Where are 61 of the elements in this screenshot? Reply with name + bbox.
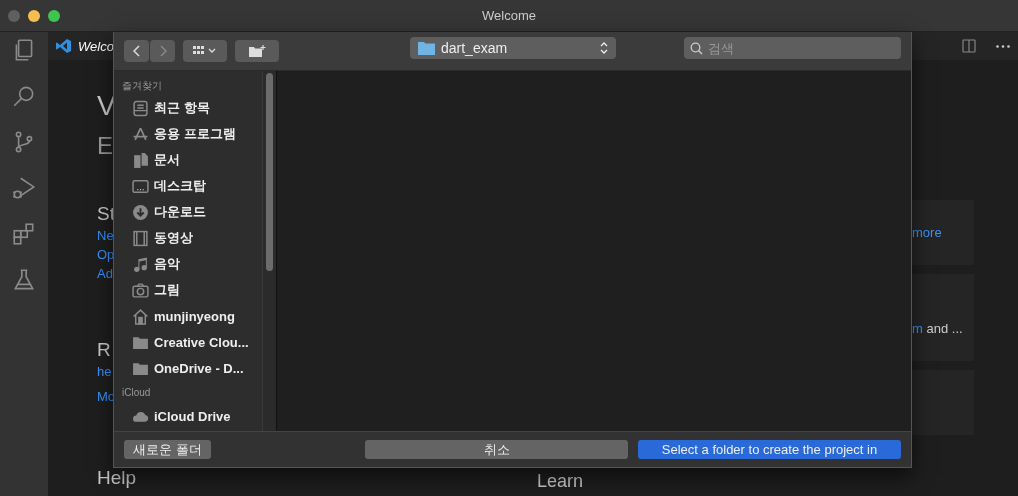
section-link[interactable]: he (97, 362, 112, 381)
new-folder-button[interactable] (235, 40, 279, 62)
tray-icon (132, 99, 149, 117)
scrollbar-thumb[interactable] (266, 73, 273, 271)
card-link[interactable]: m (912, 321, 923, 336)
folder-plus-icon (248, 44, 266, 58)
sidebar-item[interactable]: 그림 (122, 277, 262, 303)
house-icon (132, 307, 149, 325)
walkthrough-card[interactable]: more (912, 200, 974, 265)
sidebar-item[interactable]: 동영상 (122, 225, 262, 251)
music-note-icon (132, 255, 149, 273)
download-icon (132, 203, 149, 221)
sidebar-item[interactable]: 다운로드 (122, 199, 262, 225)
section-title: R (97, 338, 111, 362)
sidebar-item[interactable]: iCloud Drive (122, 403, 262, 429)
section-link[interactable]: Ad (97, 264, 113, 283)
new-folder-button[interactable]: 새로운 폴더 (124, 440, 211, 459)
search-field[interactable]: 검색 (684, 37, 901, 59)
minimize-button[interactable] (28, 9, 40, 22)
walkthrough-card[interactable]: m and ... (912, 274, 974, 361)
page-subheading: E (97, 131, 113, 161)
more-icon[interactable] (996, 44, 1010, 48)
chevron-right-icon (158, 45, 167, 57)
section-title: Learn (537, 471, 584, 492)
folder-icon (418, 41, 435, 55)
section-title: Help (97, 466, 137, 490)
search-input[interactable]: 검색 (708, 40, 888, 56)
vscode-logo-icon (56, 38, 72, 54)
up-down-chevron-icon (600, 42, 608, 54)
select-button[interactable]: Select a folder to create the project in (638, 440, 901, 459)
app-store-icon (132, 125, 149, 143)
view-options-button[interactable] (183, 40, 227, 62)
sidebar-item[interactable]: Creative Clou... (122, 329, 262, 355)
sidebar-section-title: 즐겨찾기 (122, 79, 163, 93)
sidebar-item[interactable]: 최근 항목 (122, 95, 262, 121)
section-link[interactable]: Ne (97, 226, 114, 245)
back-button[interactable] (124, 40, 149, 62)
welcome-tab[interactable]: Welco (56, 38, 114, 54)
window-title: Welcome (482, 8, 536, 23)
sidebar-item[interactable]: 응용 프로그램 (122, 121, 262, 147)
split-editor-icon (960, 37, 978, 55)
camera-icon (132, 281, 149, 299)
sidebar-item[interactable]: 데스크탑 (122, 173, 262, 199)
sidebar-section-title: iCloud (122, 387, 152, 400)
document-icon (132, 151, 149, 169)
chevron-left-icon (132, 45, 141, 57)
cancel-button[interactable]: 취소 (365, 440, 628, 459)
sidebar-item[interactable]: munjinyeong (122, 303, 262, 329)
location-popup[interactable]: dart_exam (410, 37, 616, 59)
grid-view-icon (193, 46, 217, 56)
card-text: and ... (925, 321, 963, 336)
film-icon (132, 229, 149, 247)
run-debug-icon (11, 175, 37, 201)
sidebar-item[interactable]: 음악 (122, 251, 262, 277)
zoom-button[interactable] (48, 9, 60, 22)
search-icon (690, 41, 703, 55)
sidebar-item[interactable]: OneDrive - D... (122, 355, 262, 381)
tab-label: Welco (78, 38, 114, 54)
sidebar-item[interactable]: 문서 (122, 147, 262, 173)
card-link[interactable]: more (912, 225, 942, 240)
desktop-icon (132, 177, 149, 195)
